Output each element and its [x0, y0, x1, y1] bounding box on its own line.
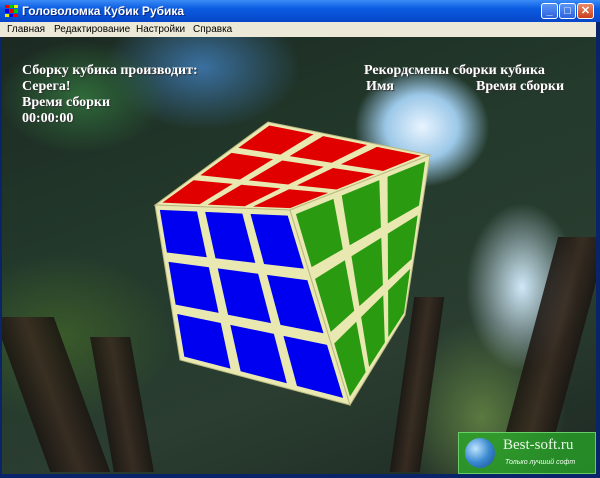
menu-bar: Главная Редактирование Настройки Справка: [0, 22, 596, 37]
title-bar[interactable]: Головоломка Кубик Рубика _ □ ✕: [0, 0, 600, 22]
globe-icon: [465, 438, 495, 468]
maximize-button[interactable]: □: [559, 3, 576, 19]
rubiks-cube[interactable]: [2, 37, 596, 474]
menu-item-main[interactable]: Главная: [7, 24, 45, 35]
menu-item-help[interactable]: Справка: [193, 24, 232, 35]
menu-item-settings[interactable]: Настройки: [136, 24, 185, 35]
watermark-tagline: Только лучший софт: [505, 459, 576, 466]
menu-item-edit[interactable]: Редактирование: [54, 24, 130, 35]
app-icon: [5, 5, 18, 17]
minimize-button[interactable]: _: [541, 3, 558, 19]
watermark: Best-soft.ru Только лучший софт: [458, 432, 596, 474]
watermark-site: Best-soft.ru: [503, 437, 574, 453]
close-button[interactable]: ✕: [577, 3, 594, 19]
app-window: Головоломка Кубик Рубика _ □ ✕ Главная Р…: [0, 0, 600, 478]
game-scene[interactable]: Сборку кубика производит: Серега! Время …: [2, 37, 596, 474]
window-title: Головоломка Кубик Рубика: [22, 4, 185, 18]
